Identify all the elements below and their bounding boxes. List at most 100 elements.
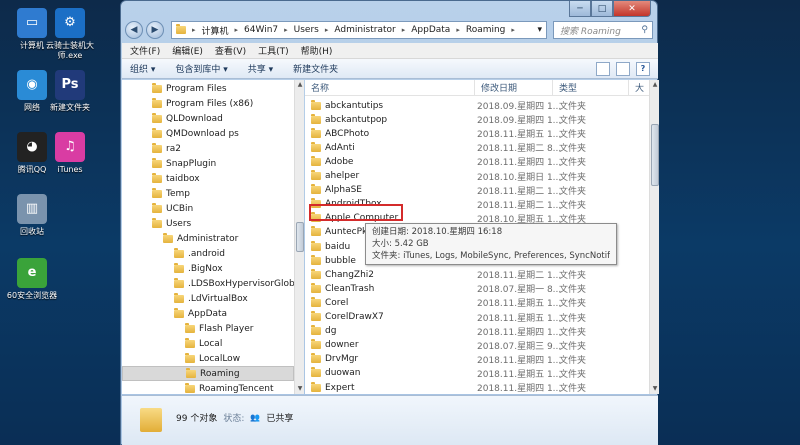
file-row[interactable]: Adobe 2018.11.星期四 1... 文件夹 — [305, 154, 649, 169]
file-row[interactable]: CleanTrash 2018.07.星期一 8... 文件夹 — [305, 281, 649, 296]
tooltip-created: 创建日期: 2018.10.星期四 16:18 — [372, 227, 503, 237]
include-in-library-button[interactable]: 包含到库中 ▾ — [175, 62, 227, 75]
column-name[interactable]: 名称 — [305, 80, 475, 95]
desktop-app-icon: Ps — [55, 70, 85, 100]
tree-item[interactable]: Program Files — [152, 81, 227, 96]
file-row[interactable]: AdAnti 2018.11.星期二 8... 文件夹 — [305, 140, 649, 155]
view-options-icon[interactable] — [596, 61, 610, 76]
menu-item[interactable]: 编辑(E) — [172, 44, 203, 57]
tree-item[interactable]: Local — [185, 336, 222, 351]
breadcrumb-separator-icon[interactable]: ▸ — [402, 26, 406, 34]
tree-item[interactable]: Program Files (x86) — [152, 96, 253, 111]
tree-item[interactable]: Administrator — [163, 231, 238, 246]
menu-item[interactable]: 工具(T) — [258, 44, 289, 57]
folder-icon — [311, 296, 321, 307]
tree-item[interactable]: .android — [174, 246, 225, 261]
tree-item[interactable]: ra2 — [152, 141, 181, 156]
file-row[interactable]: Expert 2018.11.星期四 1... 文件夹 — [305, 380, 649, 394]
scroll-thumb[interactable] — [296, 222, 304, 252]
scroll-thumb[interactable] — [651, 124, 659, 186]
scroll-up-arrow-icon[interactable]: ▲ — [295, 80, 305, 90]
search-input[interactable]: 搜索 Roaming ⚲ — [553, 21, 653, 39]
breadcrumb-separator-icon[interactable]: ▸ — [456, 26, 460, 34]
title-bar[interactable]: ─ □ ✕ — [121, 1, 657, 17]
scroll-down-arrow-icon[interactable]: ▼ — [650, 384, 660, 394]
breadcrumb-item[interactable]: Roaming — [466, 25, 506, 35]
back-button[interactable]: ◀ — [125, 21, 143, 39]
new-folder-button[interactable]: 新建文件夹 — [293, 62, 338, 75]
tree-item[interactable]: .LdVirtualBox — [174, 291, 248, 306]
tree-item[interactable]: LocalLow — [185, 351, 240, 366]
folder-icon — [152, 82, 162, 93]
column-size[interactable]: 大 — [629, 80, 649, 95]
tree-item[interactable]: QMDownload ps — [152, 126, 239, 141]
breadcrumb-separator-icon[interactable]: ▸ — [284, 26, 288, 34]
desktop-icon[interactable]: ⚙ 云骑士装机大师.exe — [38, 8, 102, 61]
desktop-icon[interactable]: e 60安全浏览器 — [0, 258, 64, 301]
preview-pane-icon[interactable] — [616, 61, 630, 76]
breadcrumb-item[interactable]: 64Win7 — [244, 25, 278, 35]
share-button[interactable]: 共享 ▾ — [248, 62, 273, 75]
file-row[interactable]: CorelDrawX7 2018.11.星期五 1... 文件夹 — [305, 310, 649, 325]
tree-item[interactable]: Temp — [152, 186, 190, 201]
file-row[interactable]: duowan 2018.11.星期五 1... 文件夹 — [305, 366, 649, 381]
tree-item[interactable]: UCBin — [152, 201, 193, 216]
search-icon[interactable]: ⚲ — [641, 25, 648, 35]
maximize-button[interactable]: □ — [591, 1, 613, 17]
menu-item[interactable]: 帮助(H) — [301, 44, 333, 57]
tree-item[interactable]: .LDSBoxHypervisorGlobal — [174, 276, 294, 291]
breadcrumb-item[interactable]: 计算机 — [202, 24, 229, 37]
tree-item[interactable]: Roaming — [122, 366, 294, 381]
desktop-icon[interactable]: Ps 新建文件夹 — [38, 70, 102, 113]
breadcrumb-item[interactable]: Users — [294, 25, 319, 35]
tree-item[interactable]: taidbox — [152, 171, 200, 186]
tree-item[interactable]: Flash Player — [185, 321, 253, 336]
folder-icon — [311, 127, 321, 138]
tree-item[interactable]: AppData — [174, 306, 227, 321]
tree-item[interactable]: QLDownload — [152, 111, 223, 126]
breadcrumb-item[interactable]: Administrator — [334, 25, 395, 35]
organize-button[interactable]: 组织 ▾ — [130, 62, 155, 75]
file-list-scrollbar[interactable]: ▲ ▼ — [649, 80, 659, 394]
file-row[interactable]: Corel 2018.11.星期五 1... 文件夹 — [305, 295, 649, 310]
file-row[interactable]: dg 2018.11.星期四 1... 文件夹 — [305, 324, 649, 339]
menu-item[interactable]: 文件(F) — [130, 44, 160, 57]
menu-item[interactable]: 查看(V) — [215, 44, 246, 57]
scroll-up-arrow-icon[interactable]: ▲ — [650, 80, 660, 90]
file-row[interactable]: DrvMgr 2018.11.星期四 1... 文件夹 — [305, 352, 649, 367]
close-button[interactable]: ✕ — [613, 1, 651, 17]
forward-button[interactable]: ▶ — [146, 21, 164, 39]
breadcrumb-separator-icon[interactable]: ▸ — [325, 26, 329, 34]
breadcrumb-separator-icon[interactable]: ▸ — [235, 26, 239, 34]
tree-item[interactable]: Users — [152, 216, 191, 231]
minimize-button[interactable]: ─ — [569, 1, 591, 17]
file-name-cell: CleanTrash — [305, 282, 475, 294]
folder-icon — [185, 337, 195, 348]
file-row[interactable]: abckantutpop 2018.09.星期四 1... 文件夹 — [305, 112, 649, 127]
desktop-icon[interactable]: ♫ iTunes — [38, 132, 102, 175]
navigation-scrollbar[interactable]: ▲ ▼ — [294, 80, 304, 394]
breadcrumb-separator-icon[interactable]: ▸ — [511, 26, 515, 34]
tree-item[interactable]: SnapPlugin — [152, 156, 216, 171]
column-date[interactable]: 修改日期 — [475, 80, 553, 95]
file-row[interactable]: ahelper 2018.10.星期日 1... 文件夹 — [305, 169, 649, 184]
file-row[interactable]: abckantutips 2018.09.星期四 1... 文件夹 — [305, 98, 649, 113]
file-list[interactable]: 名称 修改日期 类型 大 abckantutips 2018.09.星期四 1..… — [305, 80, 649, 394]
breadcrumb-item[interactable]: AppData — [411, 25, 450, 35]
navigation-pane[interactable]: Program Files Program Files (x86) QLDownlo… — [122, 80, 294, 394]
address-bar[interactable]: ▸ 计算机 ▸ 64Win7 ▸ Users ▸ Administrator ▸ AppData ▸… — [171, 21, 547, 39]
file-name-cell: Adobe — [305, 155, 475, 167]
scroll-down-arrow-icon[interactable]: ▼ — [295, 384, 305, 394]
breadcrumb-separator-icon[interactable]: ▸ — [192, 26, 196, 34]
tree-item-label: Administrator — [177, 233, 239, 244]
file-row[interactable]: ChangZhi2 2018.11.星期二 1... 文件夹 — [305, 267, 649, 282]
desktop-icon[interactable]: ▥ 回收站 — [0, 194, 64, 237]
tree-item[interactable]: RoamingTencent — [185, 381, 273, 394]
column-type[interactable]: 类型 — [553, 80, 629, 95]
address-dropdown-icon[interactable]: ▾ — [537, 25, 546, 35]
tree-item[interactable]: .BigNox — [174, 261, 223, 276]
help-icon[interactable]: ? — [636, 61, 650, 76]
file-row[interactable]: AlphaSE 2018.11.星期二 1... 文件夹 — [305, 183, 649, 198]
file-row[interactable]: downer 2018.07.星期三 9... 文件夹 — [305, 338, 649, 353]
file-row[interactable]: ABCPhoto 2018.11.星期五 1... 文件夹 — [305, 126, 649, 141]
